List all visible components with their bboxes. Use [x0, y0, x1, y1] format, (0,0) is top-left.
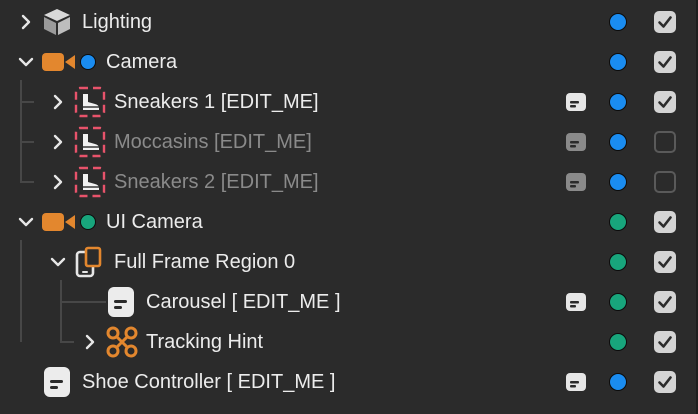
tracking-hint-icon [106, 326, 138, 363]
tree-row-label: UI Camera [106, 211, 203, 233]
layer-color-dot[interactable] [609, 133, 627, 151]
tree-row-moccasins[interactable]: Moccasins [EDIT_ME] [0, 122, 696, 162]
tree-row-sneakers-1[interactable]: Sneakers 1 [EDIT_ME] [0, 82, 696, 122]
layer-color-dot[interactable] [609, 13, 627, 31]
tree-row-lighting[interactable]: Lighting [0, 2, 696, 42]
visibility-checkbox[interactable] [654, 371, 676, 393]
tree-row-camera[interactable]: Camera [0, 42, 696, 82]
camera-icon [42, 52, 76, 77]
sneaker-object-icon [74, 166, 106, 203]
tree-row-label: Carousel [ EDIT_ME ] [146, 291, 341, 313]
tree-row-label: Tracking Hint [146, 331, 264, 353]
script-icon [566, 133, 586, 151]
tree-row-label: Full Frame Region 0 [114, 251, 296, 273]
script-icon [566, 293, 586, 311]
chevron-right-icon[interactable] [50, 94, 66, 110]
tree-row-ui-camera[interactable]: UI Camera [0, 202, 696, 242]
layer-color-dot[interactable] [609, 293, 627, 311]
visibility-checkbox[interactable] [654, 91, 676, 113]
tree-row-label: Lighting [82, 11, 153, 33]
sneaker-object-icon [74, 126, 106, 163]
script-object-icon [44, 367, 70, 402]
layer-color-dot[interactable] [609, 253, 627, 271]
tree-row-label: Camera [106, 51, 178, 73]
visibility-checkbox[interactable] [654, 291, 676, 313]
chevron-right-icon[interactable] [82, 334, 98, 350]
tree-row-label: Shoe Controller [ EDIT_ME ] [82, 371, 336, 393]
camera-layer-dot [80, 214, 96, 230]
tree-row-label: Sneakers 1 [EDIT_ME] [114, 91, 319, 113]
sneaker-object-icon [74, 86, 106, 123]
layer-color-dot[interactable] [609, 213, 627, 231]
tree-row-tracking-hint[interactable]: Tracking Hint [0, 322, 696, 362]
layer-color-dot[interactable] [609, 53, 627, 71]
tree-row-full-frame-region[interactable]: Full Frame Region 0 [0, 242, 696, 282]
lighting-cube-icon [42, 8, 72, 41]
chevron-right-icon[interactable] [18, 14, 34, 30]
visibility-checkbox[interactable] [654, 331, 676, 353]
visibility-checkbox[interactable] [654, 51, 676, 73]
chevron-right-icon[interactable] [50, 174, 66, 190]
hierarchy-panel: Lighting Camera Sneakers 1 [EDIT_ME] Moc… [0, 0, 698, 414]
chevron-down-icon[interactable] [18, 214, 34, 230]
tree-row-label: Moccasins [EDIT_ME] [114, 131, 312, 153]
layer-color-dot[interactable] [609, 173, 627, 191]
script-icon [566, 93, 586, 111]
visibility-checkbox[interactable] [654, 251, 676, 273]
chevron-down-icon[interactable] [50, 254, 66, 270]
tree-row-shoe-controller[interactable]: Shoe Controller [ EDIT_ME ] [0, 362, 696, 402]
tree-row-sneakers-2[interactable]: Sneakers 2 [EDIT_ME] [0, 162, 696, 202]
layer-color-dot[interactable] [609, 333, 627, 351]
camera-layer-dot [80, 54, 96, 70]
screen-region-icon [74, 246, 106, 283]
chevron-down-icon[interactable] [18, 54, 34, 70]
visibility-checkbox[interactable] [654, 211, 676, 233]
tree-row-carousel[interactable]: Carousel [ EDIT_ME ] [0, 282, 696, 322]
layer-color-dot[interactable] [609, 93, 627, 111]
tree-row-label: Sneakers 2 [EDIT_ME] [114, 171, 319, 193]
camera-icon [42, 212, 76, 237]
script-icon [566, 173, 586, 191]
script-icon [566, 373, 586, 391]
visibility-checkbox[interactable] [654, 11, 676, 33]
visibility-checkbox[interactable] [654, 171, 676, 193]
visibility-checkbox[interactable] [654, 131, 676, 153]
layer-color-dot[interactable] [609, 373, 627, 391]
chevron-right-icon[interactable] [50, 134, 66, 150]
script-object-icon [108, 287, 134, 322]
